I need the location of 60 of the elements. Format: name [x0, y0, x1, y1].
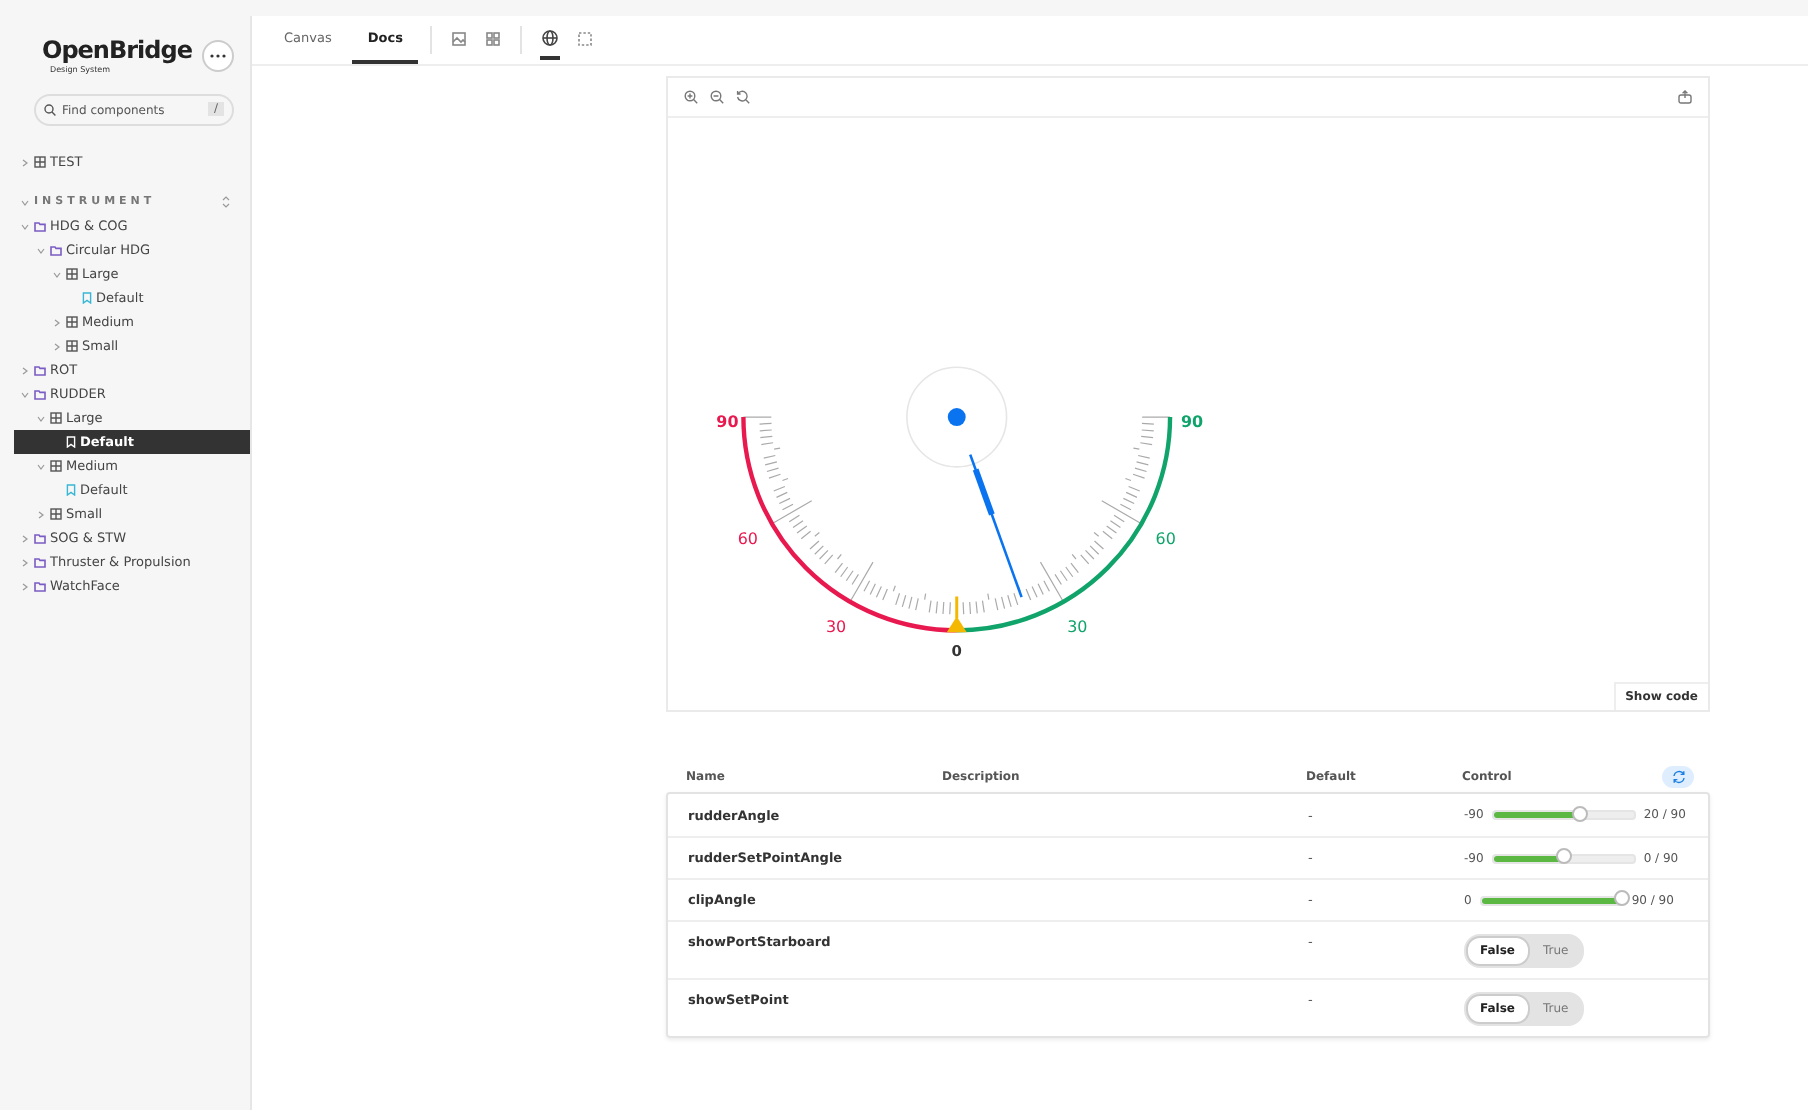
hub-ring	[906, 366, 1008, 468]
caret-icon	[20, 221, 30, 231]
grid-icon	[66, 340, 78, 352]
image-icon[interactable]	[452, 31, 467, 45]
folder-icon	[50, 245, 62, 255]
zoom-out-icon[interactable]	[710, 89, 724, 104]
scale-label: 30	[1067, 617, 1088, 636]
refresh-icon	[1671, 769, 1685, 783]
folder-icon	[34, 221, 46, 231]
share-icon[interactable]	[1678, 89, 1692, 104]
slider-thumb[interactable]	[1555, 848, 1572, 864]
slider-track[interactable]	[1491, 853, 1636, 863]
caret-icon	[52, 269, 62, 279]
folder-icon	[34, 389, 46, 399]
caret-icon	[20, 197, 30, 207]
folder-icon	[34, 581, 46, 591]
bookmark-icon	[66, 484, 76, 496]
globe-icon[interactable]	[542, 30, 559, 46]
scale-label: 30	[825, 617, 847, 636]
grid-icon[interactable]	[486, 31, 501, 45]
grid-icon	[66, 268, 78, 280]
slider-track[interactable]	[1491, 810, 1636, 820]
reset-zoom-icon[interactable]	[736, 89, 750, 104]
caret-icon	[36, 245, 46, 255]
reset-button[interactable]	[1662, 765, 1694, 787]
frame-icon[interactable]	[578, 31, 593, 45]
caret-icon	[52, 341, 62, 351]
search-icon	[44, 104, 56, 116]
grid-icon	[50, 508, 62, 520]
caret-icon	[36, 461, 46, 471]
caret-icon	[20, 157, 30, 167]
caret-icon	[20, 533, 30, 543]
caret-icon	[52, 317, 62, 327]
caret-icon	[20, 581, 30, 591]
caret-icon	[20, 557, 30, 567]
folder-icon	[34, 533, 46, 543]
folder-icon	[34, 557, 46, 567]
slider-track[interactable]	[1479, 895, 1624, 905]
folder-icon	[34, 365, 46, 375]
caret-icon	[20, 365, 30, 375]
bookmark-icon	[82, 292, 92, 304]
sort-icon	[222, 196, 230, 208]
zoom-in-icon[interactable]	[684, 89, 698, 104]
grid-icon	[50, 412, 62, 424]
slider-thumb[interactable]	[1613, 890, 1630, 906]
caret-icon	[36, 413, 46, 423]
caret-icon	[36, 509, 46, 519]
scale-label: 60	[1155, 529, 1176, 548]
more-button[interactable]	[202, 39, 234, 71]
grid-icon	[66, 316, 78, 328]
caret-icon	[20, 389, 30, 399]
slider-thumb[interactable]	[1571, 805, 1587, 821]
setpoint-marker	[946, 596, 967, 633]
grid-icon	[50, 460, 62, 472]
scale-label: 60	[737, 529, 758, 548]
bookmark-icon	[66, 436, 76, 448]
scale-label: 90	[716, 412, 739, 431]
scale-label: 90	[1180, 412, 1204, 431]
grid-icon	[34, 156, 46, 168]
logo-name: OpenBridge	[42, 36, 192, 64]
